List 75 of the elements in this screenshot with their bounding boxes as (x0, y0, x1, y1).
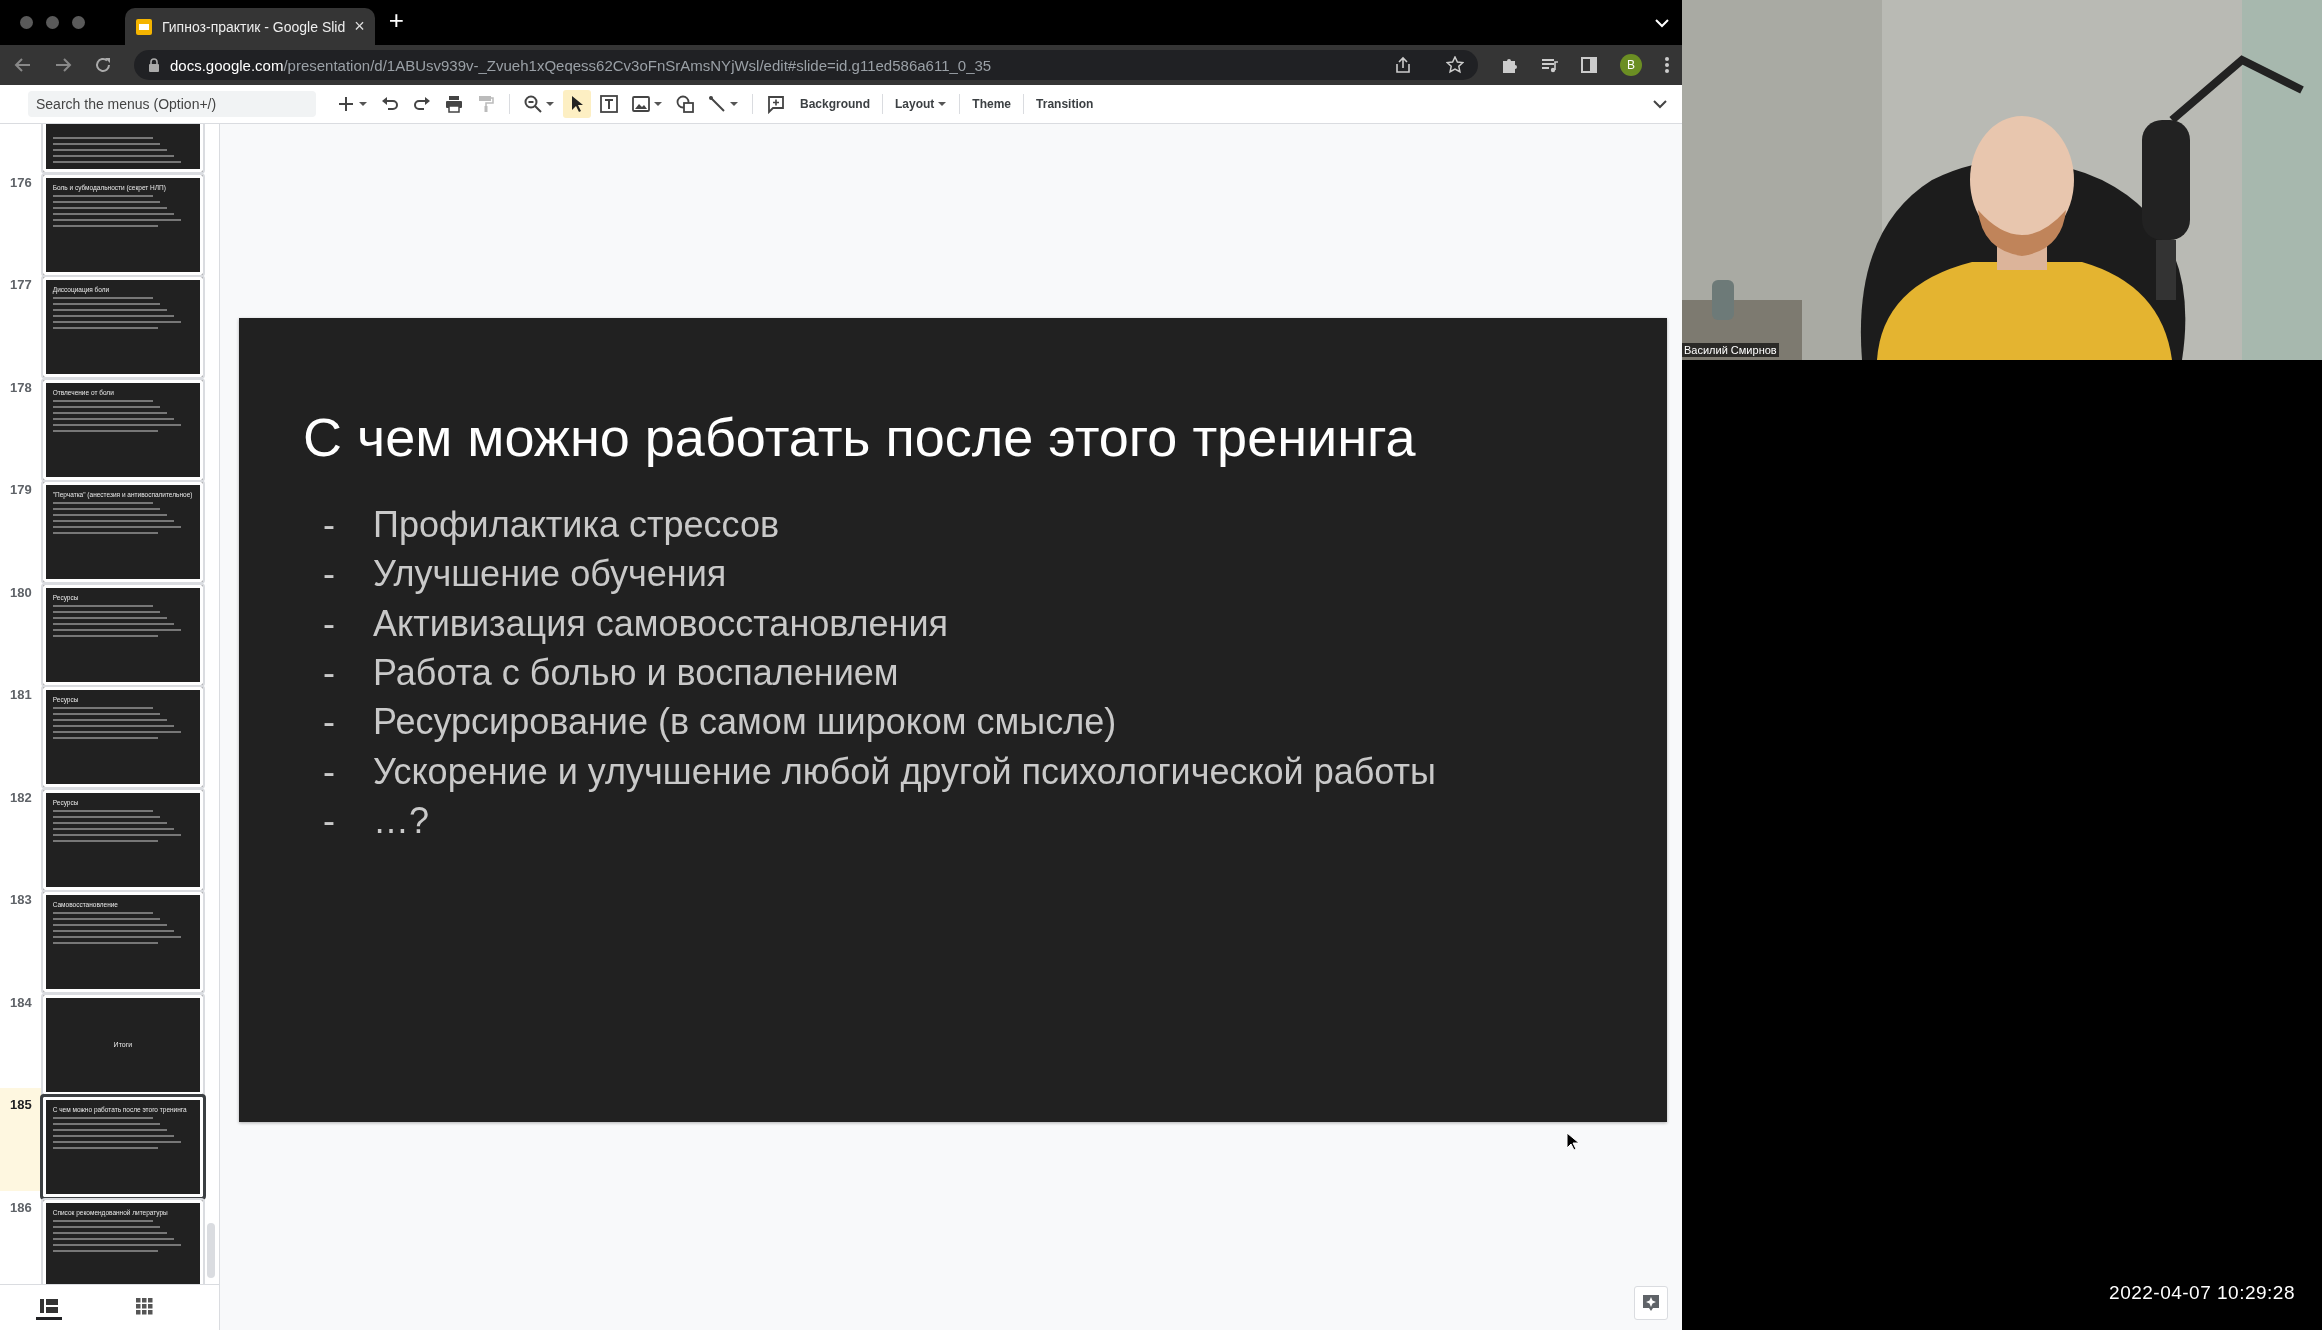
select-tool-button[interactable] (563, 90, 591, 118)
slide-number: 183 (9, 892, 33, 907)
toolbar-button[interactable]: Transition (1030, 93, 1100, 115)
slide-number: 179 (9, 482, 33, 497)
sparkle-icon (1641, 1293, 1661, 1313)
slide-title: С чем можно работать после этого тренинга (303, 406, 1417, 469)
slide-number: 176 (9, 174, 33, 190)
grid-icon (136, 1297, 153, 1315)
line-icon (707, 94, 727, 114)
media-list-icon[interactable] (1540, 56, 1558, 74)
image-icon (631, 94, 651, 114)
scrollbar-thumb[interactable] (207, 1223, 215, 1278)
share-icon[interactable] (1394, 56, 1412, 74)
window-control-icon[interactable] (20, 16, 33, 29)
search-field[interactable]: Search the menus (Option+/) (28, 91, 316, 117)
slide-number: 182 (9, 789, 33, 805)
chevron-down-icon[interactable] (1652, 99, 1668, 109)
slide-number: 185 (9, 1097, 33, 1112)
timestamp: 2022-04-07 10:29:28 (2109, 1282, 2295, 1304)
slide-number: 186 (9, 1199, 33, 1215)
zoom-icon (523, 94, 543, 114)
bullet-marker: - (322, 700, 336, 745)
caret-icon (729, 101, 739, 107)
star-icon[interactable] (1446, 56, 1464, 74)
window-control-icon[interactable] (72, 16, 85, 29)
side-panel-icon[interactable] (1580, 56, 1598, 74)
reload-icon[interactable] (94, 56, 112, 74)
address-bar[interactable]: docs.google.com/presentation/d/1ABUsv939v-_Zvueh1xQeqess62Cv3oFnSrAmsNYjWsl/edit#slide=id.g11ed586a611_0_35 (134, 50, 1478, 80)
profile-avatar[interactable]: B (1620, 54, 1642, 76)
text-box-icon (599, 94, 619, 114)
cursor-icon (1566, 1132, 1580, 1152)
puzzle-icon[interactable] (1500, 56, 1518, 74)
paint-roller-icon (476, 94, 496, 114)
bullet-marker: - (322, 798, 336, 843)
shapes-icon (675, 94, 695, 114)
toolbar-button[interactable]: Layout (889, 93, 954, 115)
slide-number: 181 (9, 687, 33, 702)
window-control-icon[interactable] (46, 16, 59, 29)
lock-icon (148, 58, 160, 72)
tab-title: Гипноз-практик - Google Slid (162, 18, 346, 35)
more-icon[interactable] (1664, 56, 1670, 74)
bullet-marker: - (322, 601, 336, 646)
toolbar-button[interactable]: Theme (966, 93, 1018, 115)
explore-button[interactable] (1634, 1286, 1668, 1320)
caret-icon (545, 101, 555, 107)
bullet-text: Профилактика стрессов (373, 503, 780, 548)
bullet-text: Ресурсирование (в самом широком смысле) (373, 700, 1117, 745)
slides-logo-icon (135, 18, 153, 35)
close-tab-button[interactable]: × (354, 16, 365, 37)
caret-icon (653, 101, 663, 107)
bullet-text: Улучшение обучения (373, 552, 727, 597)
browser-tab[interactable]: Гипноз-практик - Google Slid × (125, 8, 375, 45)
bullet-text: Работа с болью и воспалением (373, 651, 899, 696)
bullet-marker: - (322, 503, 336, 548)
caret-icon (358, 101, 368, 107)
slide-number: 178 (9, 379, 33, 395)
slide-number: 177 (9, 277, 33, 292)
toolbar-button[interactable]: Background (794, 93, 876, 115)
participant-name: Василий Смирнов (1682, 343, 1779, 357)
slide-number: 184 (9, 994, 33, 1010)
bullet-marker: - (322, 651, 336, 696)
slide-number: 180 (9, 584, 33, 600)
print-icon (444, 94, 464, 114)
list-view-icon (40, 1299, 58, 1313)
add-comment-icon (766, 94, 786, 114)
caret-icon (937, 101, 948, 107)
bullet-marker: - (322, 749, 336, 794)
back-icon[interactable] (14, 56, 32, 74)
bullet-text: Активизация самовосстановления (373, 601, 949, 646)
bullet-text: Ускорение и улучшение любой другой психологической работы (373, 749, 1436, 794)
bullet-marker: - (322, 552, 336, 597)
plus-icon (336, 94, 356, 114)
forward-icon[interactable] (54, 56, 72, 74)
new-tab-button[interactable]: + (388, 5, 404, 40)
bullet-text: …? (373, 798, 430, 843)
